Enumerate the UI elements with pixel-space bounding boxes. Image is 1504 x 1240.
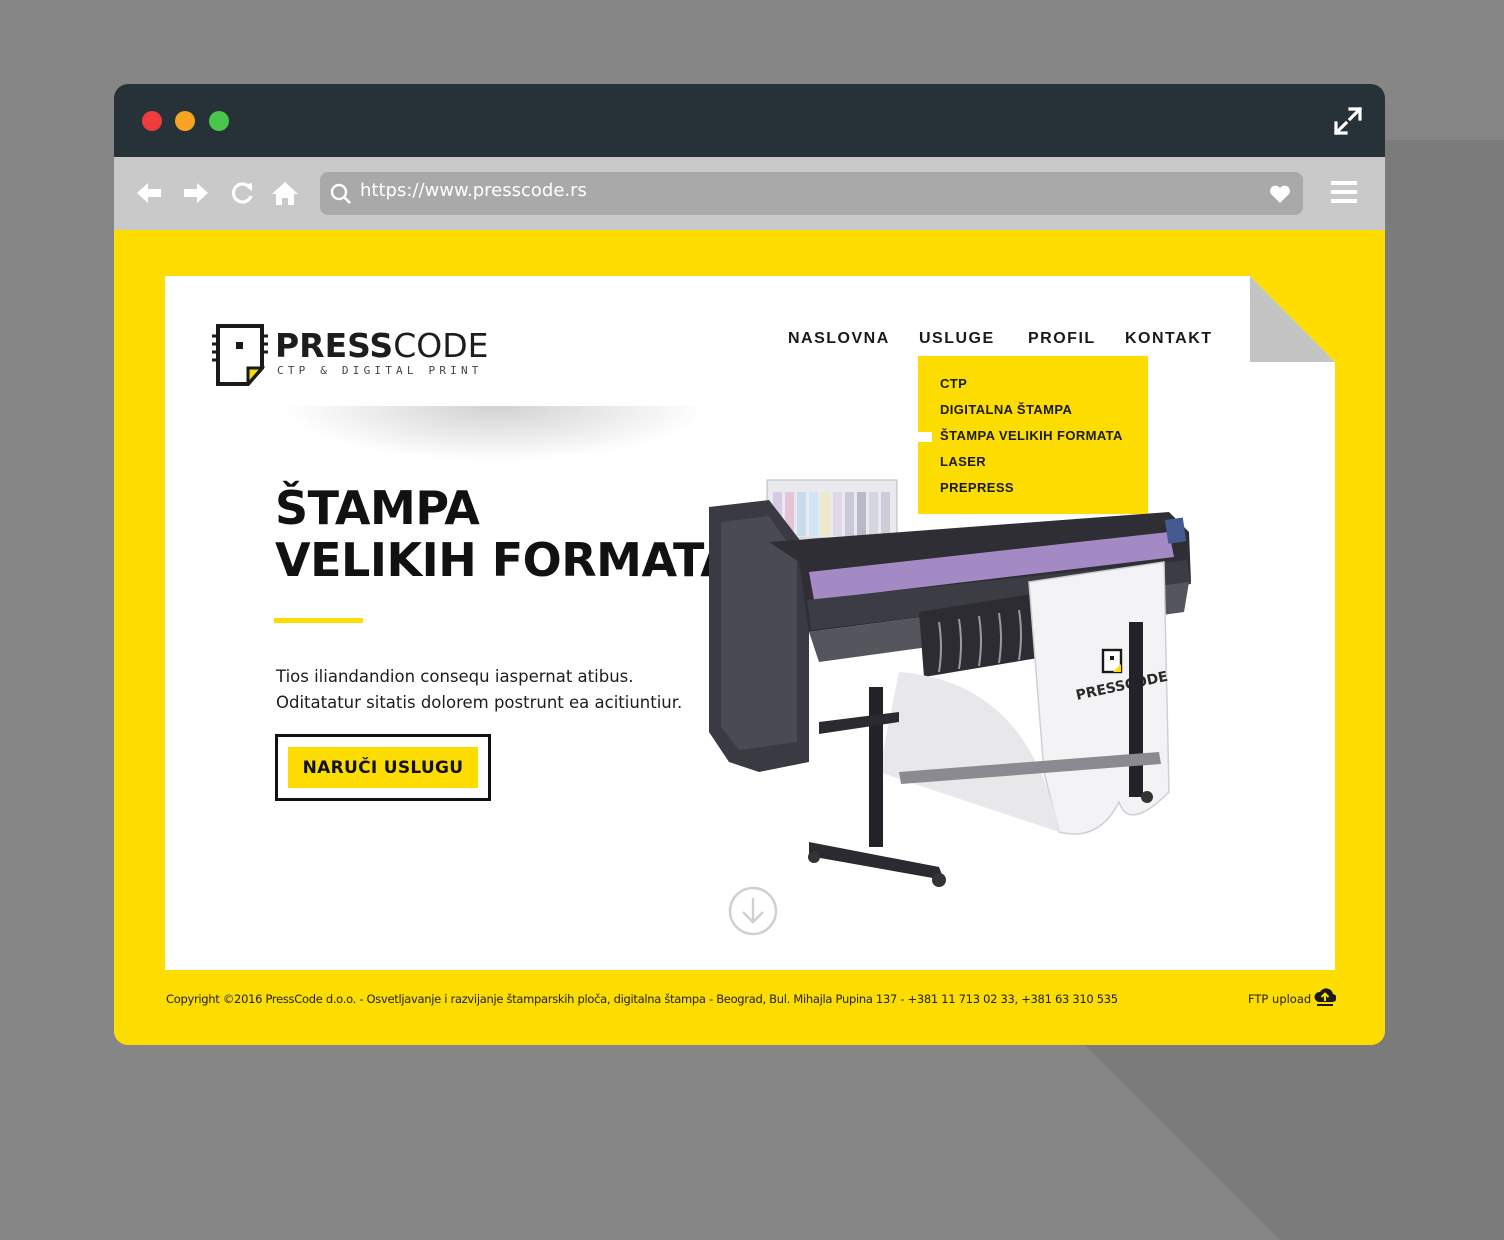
upload-cloud-icon[interactable] <box>1314 985 1336 1007</box>
hamburger-menu-icon[interactable] <box>1331 179 1357 205</box>
cta-frame: NARUČI USLUGU <box>275 734 491 801</box>
header-shadow <box>265 406 725 466</box>
brand-name-bold: PRESS <box>275 326 394 365</box>
page-corner-fold <box>1250 276 1335 362</box>
hero-description: Tios iliandandion consequ iaspernat atib… <box>276 664 682 716</box>
brand-tagline: CTP & DIGITAL PRINT <box>277 364 483 377</box>
dropdown-item-stampa-velikih-formata[interactable]: ŠTAMPA VELIKIH FORMATA <box>940 428 1123 443</box>
search-icon <box>330 183 351 204</box>
nav-usluge[interactable]: USLUGE <box>919 330 995 348</box>
title-bar <box>114 84 1385 157</box>
hero-title-line-2: VELIKIH FORMATA <box>275 533 736 587</box>
back-arrow-icon[interactable] <box>135 179 163 207</box>
expand-icon[interactable] <box>1333 106 1363 136</box>
reload-icon[interactable] <box>228 179 256 207</box>
web-page: PRESSCODE CTP & DIGITAL PRINT NASLOVNA U… <box>114 230 1385 1045</box>
close-window-button[interactable] <box>142 111 162 131</box>
nav-kontakt[interactable]: KONTAKT <box>1125 330 1213 348</box>
nav-profil[interactable]: PROFIL <box>1028 330 1096 348</box>
dropdown-item-digitalna-stampa[interactable]: DIGITALNA ŠTAMPA <box>940 402 1072 417</box>
ftp-upload-link[interactable]: FTP upload <box>1248 992 1311 1006</box>
large-format-printer-image: PRESSCODE <box>709 479 1191 887</box>
brand-name-light: CODE <box>393 326 489 365</box>
dropdown-item-ctp[interactable]: CTP <box>940 376 967 391</box>
footer-copyright: Copyright ©2016 PressCode d.o.o. - Osvet… <box>166 992 1118 1006</box>
nav-naslovna[interactable]: NASLOVNA <box>788 330 890 348</box>
forward-arrow-icon[interactable] <box>182 179 210 207</box>
url-text[interactable]: https://www.presscode.rs <box>360 180 587 201</box>
minimize-window-button[interactable] <box>175 111 195 131</box>
browser-toolbar: https://www.presscode.rs <box>114 157 1385 230</box>
hero-text-line-2: Oditatatur sitatis dolorem postrunt ea a… <box>276 693 683 712</box>
active-item-pointer <box>918 432 932 442</box>
hero-title: ŠTAMPA VELIKIH FORMATA <box>275 481 736 587</box>
hero-title-line-1: ŠTAMPA <box>275 481 480 535</box>
title-accent-underline <box>274 618 363 623</box>
maximize-window-button[interactable] <box>209 111 229 131</box>
scroll-down-icon[interactable] <box>728 886 778 936</box>
dropdown-item-laser[interactable]: LASER <box>940 454 986 469</box>
heart-icon[interactable] <box>1269 184 1291 204</box>
browser-window: https://www.presscode.rs PRESSCODE CTP &… <box>114 84 1385 1045</box>
home-icon[interactable] <box>271 179 299 207</box>
address-bar[interactable]: https://www.presscode.rs <box>320 172 1303 215</box>
presscode-logo-icon[interactable] <box>210 324 270 386</box>
hero-text-line-1: Tios iliandandion consequ iaspernat atib… <box>276 667 634 686</box>
brand-name: PRESSCODE <box>275 328 488 364</box>
order-service-button[interactable]: NARUČI USLUGU <box>288 747 478 788</box>
content-card: PRESSCODE CTP & DIGITAL PRINT NASLOVNA U… <box>165 276 1335 970</box>
